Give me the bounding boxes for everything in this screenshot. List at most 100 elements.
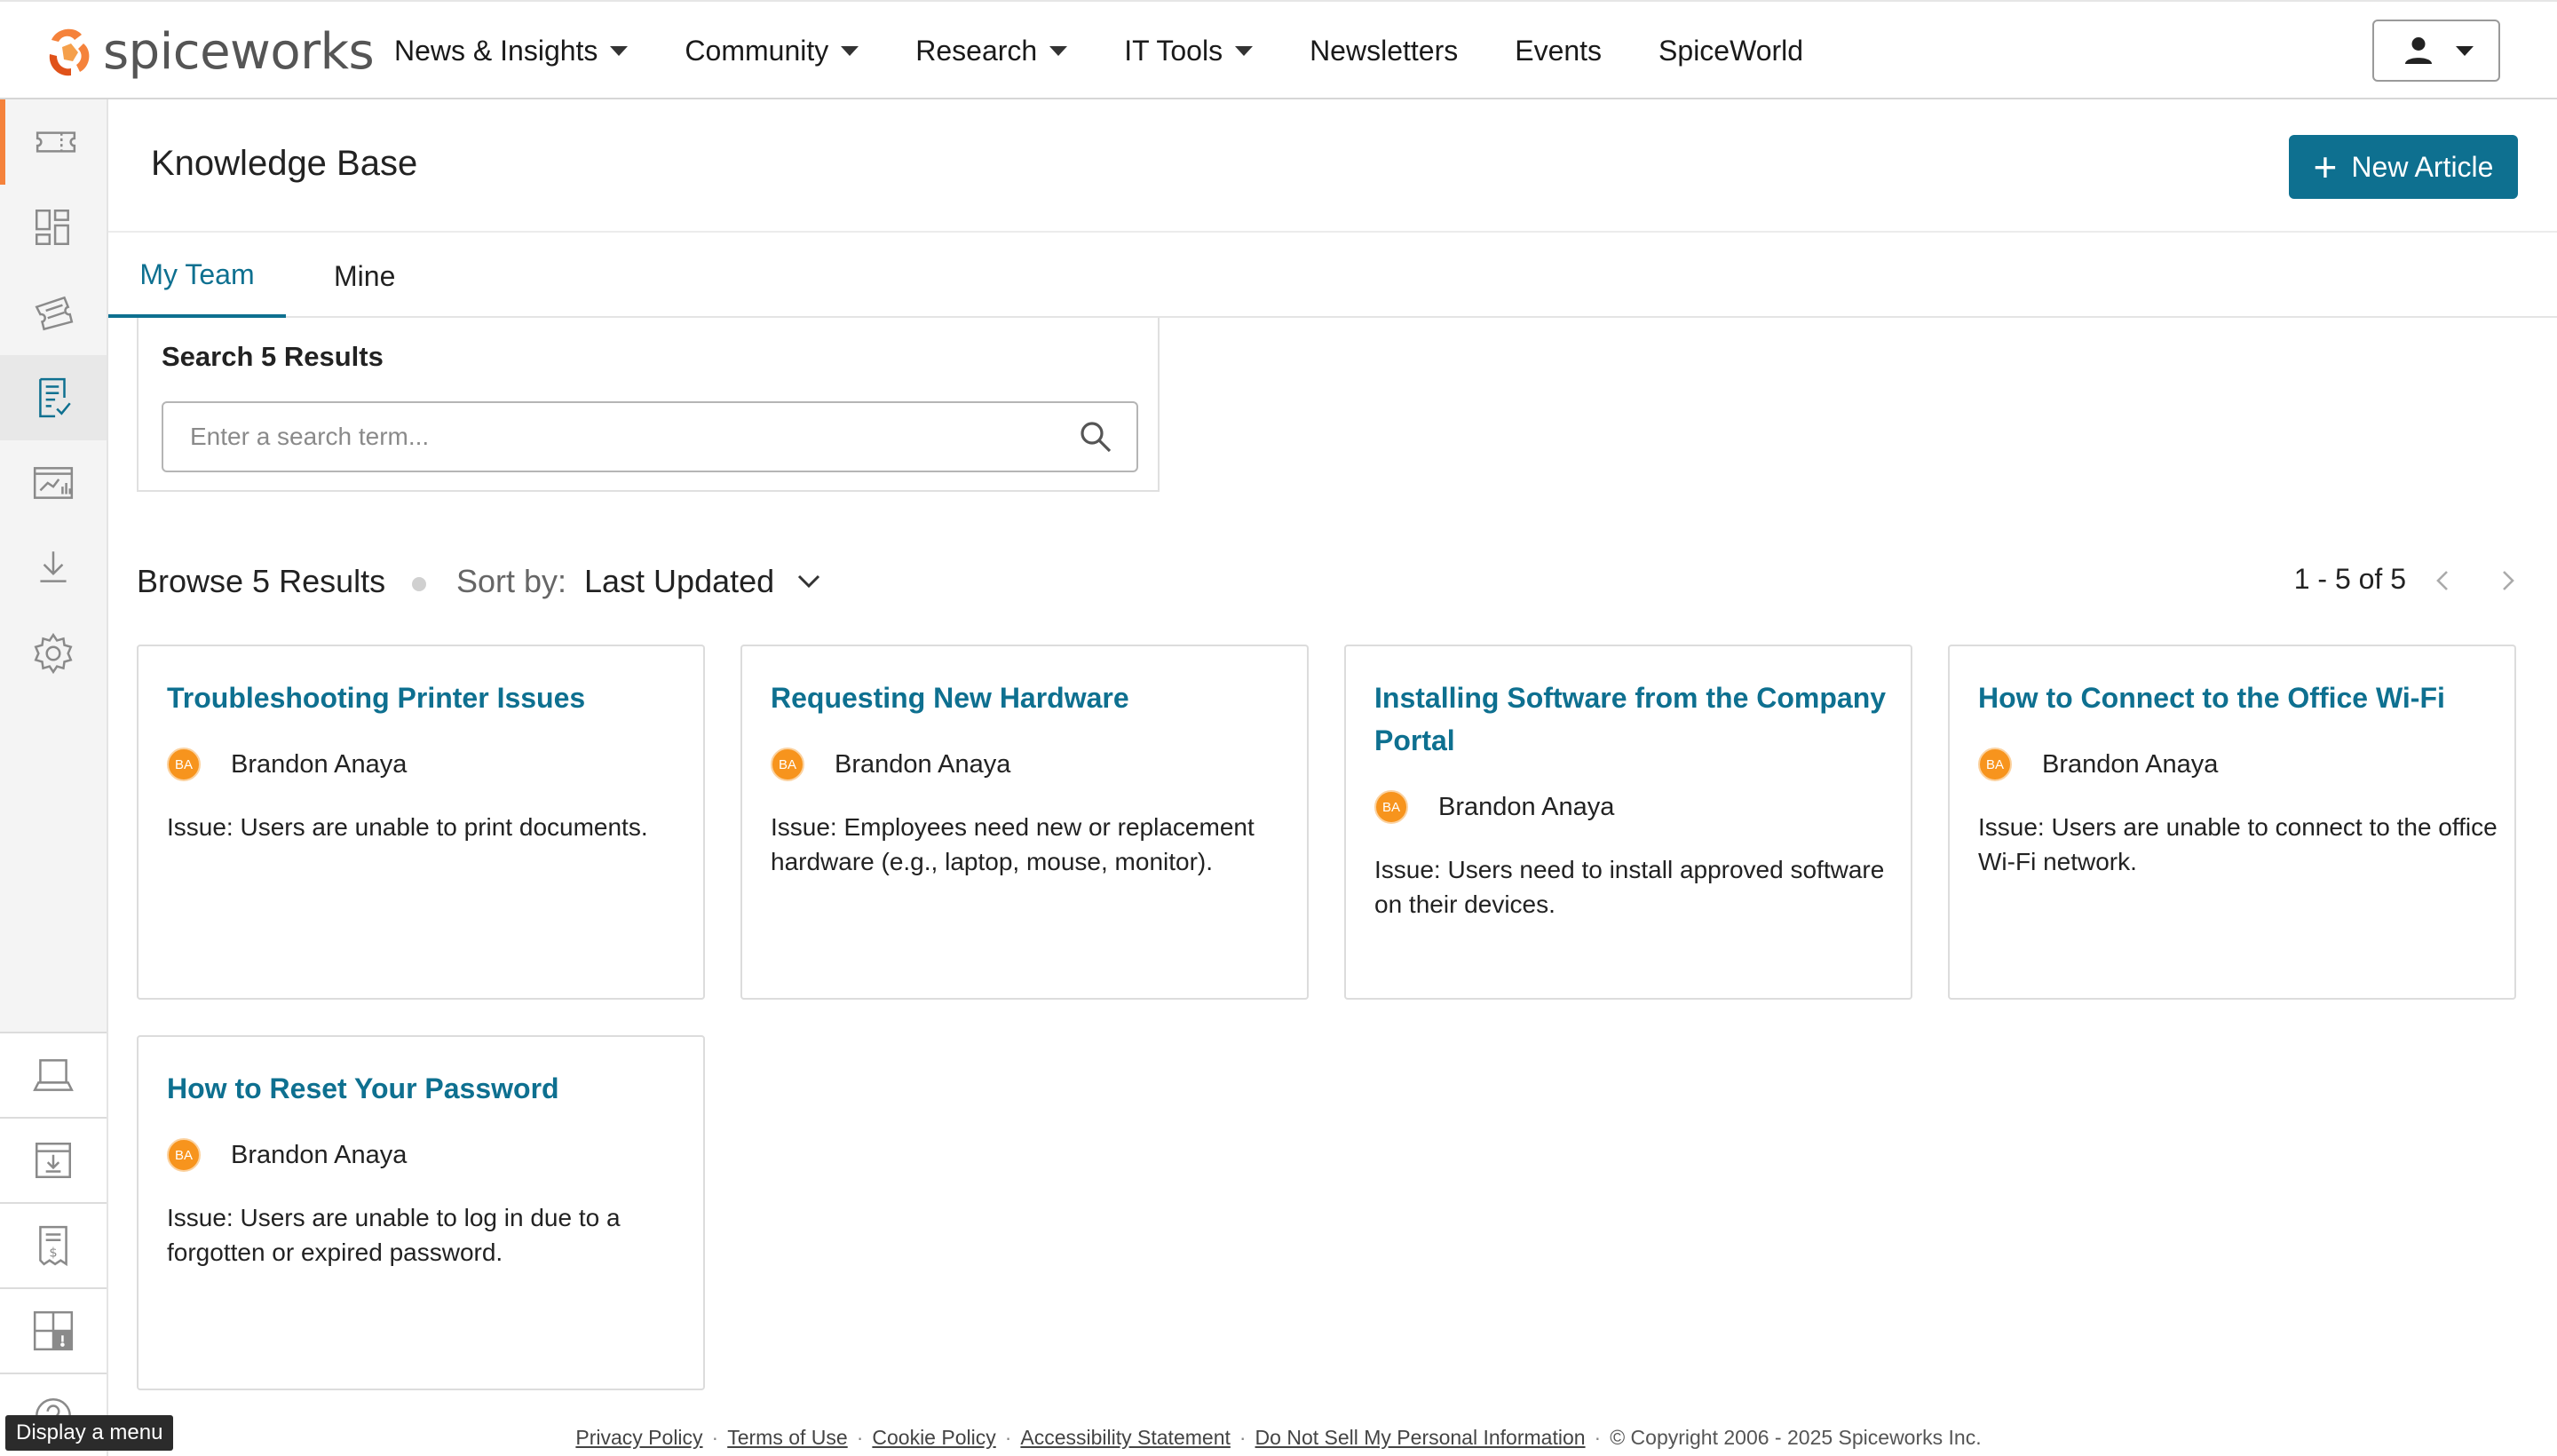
footer: Privacy Policy · Terms of Use · Cookie P…: [0, 1419, 2557, 1456]
dashboard-icon: [36, 210, 69, 245]
prev-page-button[interactable]: [2426, 563, 2461, 598]
page-header: Knowledge Base + New Article: [108, 99, 2557, 233]
user-icon: [2405, 37, 2432, 64]
tab-bar: My Team Mine: [108, 234, 2557, 318]
footer-separator: ·: [711, 1425, 719, 1449]
terms-of-use-link[interactable]: Terms of Use: [727, 1426, 847, 1450]
top-navigation-bar: spiceworks News & Insights Community Res…: [0, 0, 2557, 99]
article-author: BA Brandon Anaya: [167, 1138, 407, 1172]
author-name: Brandon Anaya: [835, 749, 1011, 779]
article-author: BA Brandon Anaya: [1978, 748, 2218, 781]
nav-item-events[interactable]: Events: [1515, 35, 1602, 67]
article-author: BA Brandon Anaya: [167, 748, 407, 781]
cookie-policy-link[interactable]: Cookie Policy: [872, 1426, 995, 1450]
sidebar-item-dashboard[interactable]: [0, 185, 107, 270]
nav-item-newsletters[interactable]: Newsletters: [1310, 35, 1458, 67]
user-menu-button[interactable]: [2372, 20, 2500, 82]
tab-mine[interactable]: Mine: [334, 234, 395, 318]
article-description: Issue: Users are unable to connect to th…: [1978, 813, 2498, 875]
sidebar-item-reports[interactable]: [0, 440, 107, 526]
search-input[interactable]: [190, 403, 1042, 471]
footer-separator: ·: [1239, 1425, 1247, 1449]
brand-name: spiceworks: [103, 22, 375, 81]
caret-down-icon: [610, 45, 629, 56]
sidebar-lower-section: $: [0, 1032, 107, 1456]
avatar: BA: [167, 1138, 201, 1172]
article-title[interactable]: Installing Software from the Company Por…: [1374, 677, 1889, 762]
alert-panel-icon: [33, 1310, 74, 1351]
sidebar-item-devices[interactable]: [0, 1032, 107, 1117]
tickets-stack-icon: [35, 296, 74, 331]
article-title[interactable]: Troubleshooting Printer Issues: [167, 677, 682, 719]
sidebar-item-knowledge-base[interactable]: [0, 355, 107, 440]
browse-results-count: Browse 5 Results: [137, 563, 386, 599]
caret-down-icon: [1235, 45, 1254, 56]
article-card[interactable]: Requesting New Hardware BA Brandon Anaya…: [740, 645, 1309, 1000]
article-card[interactable]: How to Reset Your Password BA Brandon An…: [137, 1035, 705, 1390]
nav-item-label: Research: [915, 34, 1038, 67]
search-icon[interactable]: [1078, 419, 1113, 455]
new-article-button[interactable]: + New Article: [2289, 135, 2518, 199]
author-name: Brandon Anaya: [2042, 749, 2219, 779]
nav-item-it-tools[interactable]: IT Tools: [1124, 35, 1254, 67]
left-sidebar: $: [0, 99, 108, 1456]
article-author: BA Brandon Anaya: [771, 748, 1010, 781]
sidebar-item-tickets[interactable]: [0, 99, 107, 185]
article-description: Issue: Users need to install approved so…: [1374, 856, 1885, 918]
sidebar-item-alerts-panel[interactable]: [0, 1287, 107, 1373]
caret-down-icon: [1049, 45, 1068, 56]
article-card[interactable]: Troubleshooting Printer Issues BA Brando…: [137, 645, 705, 1000]
search-panel: Search 5 Results: [137, 318, 1160, 492]
nav-item-label: Events: [1515, 34, 1603, 67]
sort-label: Sort by:: [456, 563, 567, 599]
footer-separator: ·: [1004, 1425, 1012, 1449]
copyright-text: © Copyright 2006 - 2025 Spiceworks Inc.: [1610, 1425, 1982, 1449]
browse-bar: Browse 5 Results Sort by: Last Updated 1…: [137, 550, 2516, 613]
nav-item-spiceworld[interactable]: SpiceWorld: [1658, 35, 1803, 67]
sidebar-item-inbox-download[interactable]: [0, 1117, 107, 1202]
avatar: BA: [771, 748, 804, 781]
nav-item-research[interactable]: Research: [915, 34, 1068, 67]
knowledge-base-icon: [39, 377, 71, 418]
spiceworks-logo-icon: [49, 28, 90, 76]
accessibility-statement-link[interactable]: Accessibility Statement: [1020, 1426, 1230, 1450]
svg-text:$: $: [49, 1246, 57, 1261]
sidebar-item-settings[interactable]: [0, 611, 107, 696]
search-heading: Search 5 Results: [162, 341, 384, 372]
nav-item-label: SpiceWorld: [1658, 34, 1804, 67]
search-box: [162, 401, 1138, 472]
nav-item-label: News & Insights: [394, 34, 598, 67]
article-title[interactable]: How to Connect to the Office Wi-Fi: [1978, 677, 2493, 719]
settings-icon: [34, 632, 73, 675]
caret-down-icon: [841, 45, 859, 56]
avatar: BA: [1978, 748, 2012, 781]
display-menu-tooltip: Display a menu: [5, 1415, 174, 1451]
avatar: BA: [1374, 790, 1408, 824]
article-title[interactable]: How to Reset Your Password: [167, 1067, 682, 1110]
laptop-icon: [33, 1059, 74, 1091]
article-title[interactable]: Requesting New Hardware: [771, 677, 1286, 719]
sidebar-item-invoices[interactable]: $: [0, 1202, 107, 1287]
nav-item-label: Newsletters: [1310, 34, 1459, 67]
article-card[interactable]: How to Connect to the Office Wi-Fi BA Br…: [1948, 645, 2516, 1000]
nav-item-news-insights[interactable]: News & Insights: [394, 34, 629, 67]
article-description: Issue: Users are unable to log in due to…: [167, 1204, 621, 1266]
sidebar-item-downloads[interactable]: [0, 526, 107, 611]
article-author: BA Brandon Anaya: [1374, 790, 1614, 824]
spiceworks-logo[interactable]: spiceworks: [39, 18, 375, 85]
separator-dot: [412, 577, 426, 591]
tab-my-team[interactable]: My Team: [108, 234, 286, 318]
sort-dropdown[interactable]: Last Updated: [584, 558, 824, 605]
article-card[interactable]: Installing Software from the Company Por…: [1344, 645, 1912, 1000]
caret-down-icon: [2456, 45, 2474, 56]
sort-value: Last Updated: [584, 563, 775, 599]
invoice-icon: $: [39, 1225, 67, 1267]
next-page-button[interactable]: [2490, 563, 2525, 598]
privacy-policy-link[interactable]: Privacy Policy: [575, 1426, 702, 1450]
chevron-left-icon: [2436, 571, 2448, 590]
nav-item-community[interactable]: Community: [685, 35, 859, 67]
sidebar-item-tickets-stack[interactable]: [0, 270, 107, 355]
do-not-sell-link[interactable]: Do Not Sell My Personal Information: [1255, 1426, 1586, 1450]
avatar: BA: [167, 748, 201, 781]
author-name: Brandon Anaya: [231, 1140, 408, 1169]
